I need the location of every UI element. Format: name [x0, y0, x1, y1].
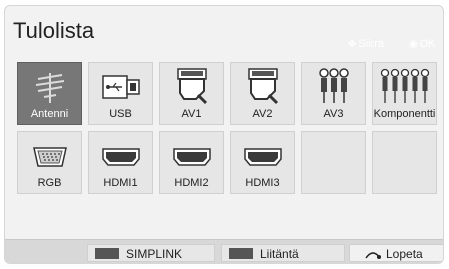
- input-tile-antenni[interactable]: Antenni: [17, 62, 82, 125]
- hdmi-port-icon: [243, 148, 282, 166]
- input-tile-rgb[interactable]: RGB: [17, 131, 82, 194]
- move-hint-label: Siirrä: [358, 38, 385, 50]
- input-label: AV1: [181, 108, 202, 120]
- antenna-icon: [35, 73, 64, 103]
- input-grid: Antenni USB AV1 AV2 AV3 Komponentti RGB …: [17, 62, 443, 210]
- scart-icon: [176, 68, 207, 105]
- input-tile-av2[interactable]: AV2: [230, 62, 295, 125]
- input-label: AV3: [323, 108, 344, 120]
- input-label: Komponentti: [373, 108, 436, 120]
- input-label: AV2: [252, 108, 273, 120]
- lopeta-button[interactable]: Lopeta: [349, 244, 443, 262]
- vga-port-icon: [32, 147, 67, 167]
- input-tile-hdmi3[interactable]: HDMI3: [230, 131, 295, 194]
- ok-hint-label: OK: [419, 38, 436, 50]
- liitanta-label: Liitäntä: [260, 247, 299, 261]
- input-label: Antenni: [30, 108, 69, 120]
- input-label: USB: [109, 108, 132, 120]
- simplink-button[interactable]: SIMPLINK: [87, 244, 215, 262]
- liitanta-button[interactable]: Liitäntä: [221, 244, 345, 262]
- input-list-screen: Tulolista ✥ Siirrä ◉ OK Antenni USB AV1 …: [0, 0, 449, 269]
- ok-hint: ◉ OK: [409, 38, 436, 50]
- hdmi-port-icon: [101, 148, 140, 166]
- input-tile-hdmi1[interactable]: HDMI1: [88, 131, 153, 194]
- color-key-icon: [95, 248, 119, 259]
- simplink-label: SIMPLINK: [126, 247, 183, 261]
- input-tile-komponentti[interactable]: Komponentti: [372, 62, 437, 125]
- scart-icon: [247, 68, 278, 105]
- bottom-bar: SIMPLINK Liitäntä Lopeta: [5, 239, 443, 263]
- ok-circle-icon: ◉: [409, 39, 418, 50]
- input-tile-av1[interactable]: AV1: [159, 62, 224, 125]
- page-title: Tulolista: [13, 18, 95, 43]
- input-tile-hdmi2[interactable]: HDMI2: [159, 131, 224, 194]
- rca-icon: [318, 68, 349, 103]
- input-label: HDMI1: [103, 177, 138, 189]
- input-label: RGB: [37, 177, 62, 189]
- input-tile-usb[interactable]: USB: [88, 62, 153, 125]
- component-rca-icon: [380, 68, 429, 103]
- input-tile-av3[interactable]: AV3: [301, 62, 366, 125]
- empty-tile: [301, 131, 366, 194]
- input-label: HDMI3: [245, 177, 280, 189]
- empty-tile: [372, 131, 437, 194]
- move-hint: ✥ Siirrä: [348, 38, 384, 50]
- lopeta-label: Lopeta: [386, 247, 423, 261]
- exit-icon: [365, 252, 381, 259]
- usb-icon: [101, 75, 140, 99]
- input-label: HDMI2: [174, 177, 209, 189]
- hdmi-port-icon: [172, 148, 211, 166]
- input-list-panel: Tulolista ✥ Siirrä ◉ OK Antenni USB AV1 …: [4, 5, 444, 264]
- arrows-icon: ✥: [348, 39, 357, 50]
- color-key-icon: [229, 248, 253, 259]
